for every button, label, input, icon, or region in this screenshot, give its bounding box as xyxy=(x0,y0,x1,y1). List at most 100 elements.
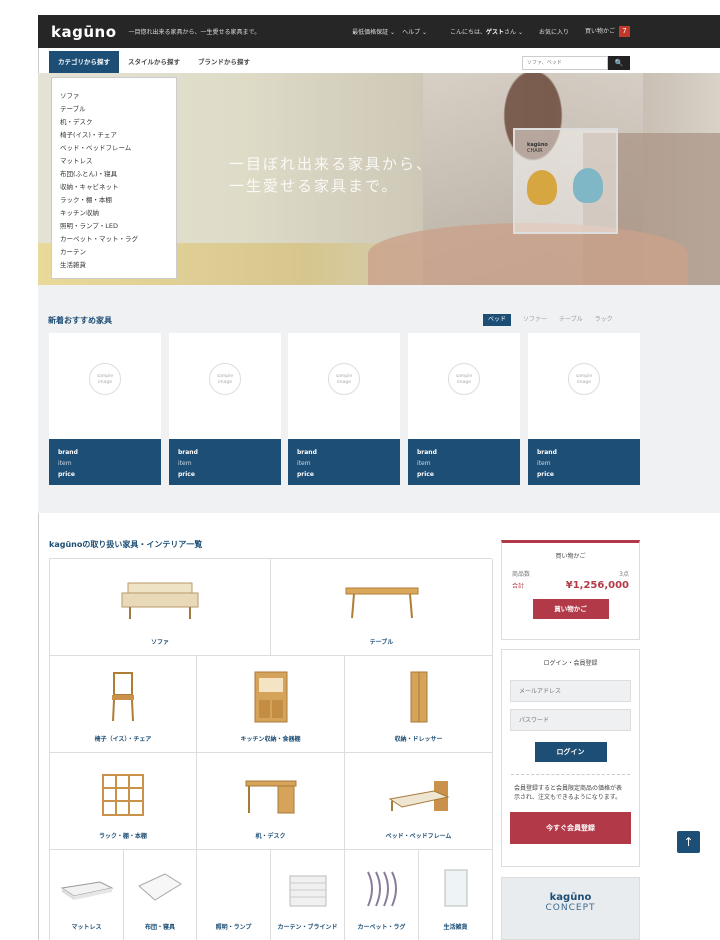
recommend-section: 新着おすすめ家具 ベッド ソファー テーブル ラック sample image … xyxy=(38,285,720,513)
cart-total-row: 合計 ¥1,256,000 xyxy=(502,580,639,591)
recommend-tab-bed[interactable]: ベッド xyxy=(483,314,512,326)
catalog-storage[interactable]: 収納・ドレッサー xyxy=(345,656,493,753)
catalog-mattress[interactable]: マットレス xyxy=(50,850,124,940)
category-item[interactable]: 生活雑貨 xyxy=(60,259,168,272)
cart-link[interactable]: 買い物かご 7 xyxy=(585,26,630,37)
category-item[interactable]: 布団(ふとん)・寝具 xyxy=(60,168,168,181)
top-header: kagūno 一目惚れ出来る家具から、一生愛せる家具まで。 最低価格保証 ⌄ ヘ… xyxy=(38,15,720,48)
product-info: brand item price xyxy=(408,439,520,485)
recommend-tabs: ベッド ソファー テーブル ラック xyxy=(483,314,625,326)
login-widget: ログイン・会員登録 ログイン 会員登録すると会員限定商品の価格が表示され、注文も… xyxy=(501,649,640,867)
catalog-rack[interactable]: ラック・棚・本棚 xyxy=(50,753,197,850)
cupboard-icon xyxy=(254,671,287,723)
recommend-tab-table[interactable]: テーブル xyxy=(559,314,583,326)
category-item[interactable]: 収納・キャビネット xyxy=(60,181,168,194)
tab-brand[interactable]: ブランドから探す xyxy=(189,51,259,73)
login-button[interactable]: ログイン xyxy=(534,742,607,762)
desk-icon xyxy=(245,780,296,814)
yellow-chair-icon xyxy=(527,170,557,205)
product-info: brand item price xyxy=(49,439,161,485)
category-item[interactable]: ベッド・ベッドフレーム xyxy=(60,142,168,155)
logo[interactable]: kagūno xyxy=(51,23,117,41)
chair-box: kagūno CHAIR xyxy=(513,128,618,234)
product-card[interactable]: sample image brand item price xyxy=(49,333,161,485)
category-item[interactable]: 照明・ランプ・LED xyxy=(60,220,168,233)
product-brand: brand xyxy=(178,449,198,456)
shelf-icon xyxy=(102,774,144,816)
category-dropdown: ソファ テーブル 机・デスク 椅子(イス)・チェア ベッド・ベッドフレーム マッ… xyxy=(51,77,177,279)
catalog-table[interactable]: テーブル xyxy=(271,559,493,656)
bed-icon xyxy=(388,781,450,811)
category-item[interactable]: キッチン収納 xyxy=(60,207,168,220)
catalog-curtain[interactable]: カーテン・ブラインド xyxy=(271,850,345,940)
search-icon[interactable]: 🔍 xyxy=(608,56,630,70)
greeting-text: こんにちは、 xyxy=(450,29,487,36)
recommend-tab-rack[interactable]: ラック xyxy=(595,314,613,326)
cart-button[interactable]: 買い物かご xyxy=(532,599,609,619)
concept-banner[interactable]: kagūno CONCEPT xyxy=(501,877,640,940)
catalog-bed[interactable]: ベッド・ベッドフレーム xyxy=(345,753,493,850)
catalog-sofa[interactable]: ソファ xyxy=(50,559,271,656)
sample-image-icon: sample image xyxy=(209,363,241,395)
catalog-kitchen[interactable]: キッチン収納・食器棚 xyxy=(197,656,345,753)
cart-count-badge: 7 xyxy=(619,26,630,37)
page: kagūno 一目惚れ出来る家具から、一生愛せる家具まで。 最低価格保証 ⌄ ヘ… xyxy=(0,0,720,940)
tab-style[interactable]: スタイルから探す xyxy=(119,51,189,73)
blue-chair-icon xyxy=(573,168,603,203)
catalog-goods[interactable]: 生活雑貨 xyxy=(419,850,493,940)
wardrobe-icon xyxy=(410,671,427,723)
chair-box-logo: kagūno CHAIR xyxy=(527,142,548,154)
product-card[interactable]: sample image brand item price xyxy=(408,333,520,485)
tagline: 一目惚れ出来る家具から、一生愛せる家具まで。 xyxy=(128,29,261,36)
catalog-label: テーブル xyxy=(369,639,394,646)
product-info: brand item price xyxy=(528,439,640,485)
product-card[interactable]: sample image brand item price xyxy=(528,333,640,485)
catalog-rug[interactable]: カーペット・ラグ xyxy=(345,850,419,940)
category-item[interactable]: マットレス xyxy=(60,155,168,168)
register-button[interactable]: 今すぐ会員登録 xyxy=(510,812,631,844)
rug-icon xyxy=(366,871,397,907)
tab-category[interactable]: カテゴリから探す xyxy=(49,51,119,77)
recommend-tab-sofa[interactable]: ソファー xyxy=(523,314,547,326)
catalog-label: 収納・ドレッサー xyxy=(394,736,443,743)
back-to-top-icon[interactable]: ↑ xyxy=(677,831,700,853)
catalog-chair[interactable]: 椅子（イス）・チェア xyxy=(50,656,197,753)
category-item[interactable]: ソファ xyxy=(60,90,168,103)
catalog-label: 机・デスク xyxy=(255,833,286,840)
hero-copy: 一目ぼれ出来る家具から、 一生愛せる家具まで。 xyxy=(229,153,433,197)
email-field[interactable] xyxy=(510,680,631,702)
cart-total-label: 合計 xyxy=(512,583,525,590)
sample-image-icon: sample image xyxy=(568,363,600,395)
catalog-desk[interactable]: 机・デスク xyxy=(197,753,345,850)
favorites-link[interactable]: お気に入り xyxy=(539,27,569,36)
category-item[interactable]: ラック・棚・本棚 xyxy=(60,194,168,207)
tab-bar: カテゴリから探す スタイルから探す ブランドから探す 🔍 xyxy=(38,51,720,77)
sample-image-icon: sample image xyxy=(448,363,480,395)
category-item[interactable]: カーペット・マット・ラグ xyxy=(60,233,168,246)
catalog-label: ラック・棚・本棚 xyxy=(99,833,147,840)
nav-price-guarantee[interactable]: 最低価格保証 ⌄ xyxy=(352,27,395,36)
product-price: price xyxy=(178,471,195,478)
chair-icon xyxy=(112,672,134,722)
blind-icon xyxy=(289,875,326,907)
password-field[interactable] xyxy=(510,709,631,731)
product-card[interactable]: sample image brand item price xyxy=(169,333,281,485)
concept-label: CONCEPT xyxy=(545,903,596,913)
table-icon xyxy=(345,587,418,619)
catalog-label: 布団・寝具 xyxy=(144,924,175,931)
sample-image-icon: sample image xyxy=(89,363,121,395)
category-item[interactable]: 椅子(イス)・チェア xyxy=(60,129,168,142)
category-item[interactable]: カーテン xyxy=(60,246,168,259)
product-brand: brand xyxy=(537,449,557,456)
cart-qty-label: 商品数 xyxy=(512,571,531,578)
search-input[interactable] xyxy=(522,56,608,70)
category-item[interactable]: 机・デスク xyxy=(60,116,168,129)
greeting[interactable]: こんにちは、ゲストさん ⌄ xyxy=(450,27,523,36)
nav-help[interactable]: ヘルプ ⌄ xyxy=(402,27,427,36)
catalog-lighting[interactable]: 照明・ランプ xyxy=(197,850,271,940)
greeting-suffix: さん ⌄ xyxy=(504,29,523,36)
catalog-bedding[interactable]: 布団・寝具 xyxy=(124,850,197,940)
cart-title: 買い物かご xyxy=(555,553,586,560)
category-item[interactable]: テーブル xyxy=(60,103,168,116)
product-card[interactable]: sample image brand item price xyxy=(288,333,400,485)
